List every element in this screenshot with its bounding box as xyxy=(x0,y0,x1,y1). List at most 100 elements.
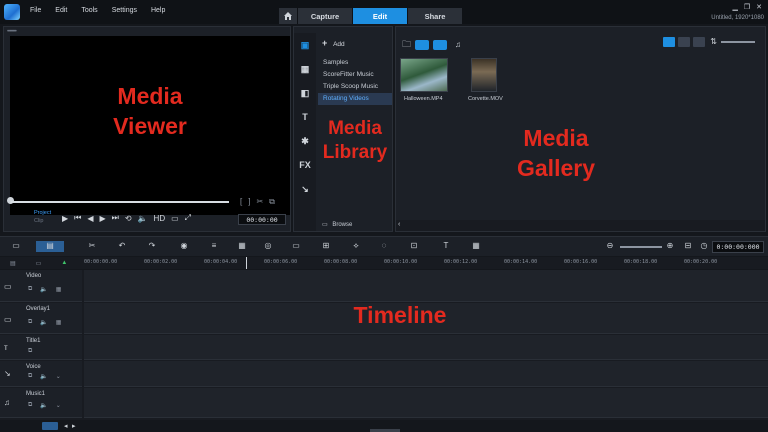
ripple-icon[interactable]: ⧉ xyxy=(28,402,32,409)
tab-share[interactable]: Share xyxy=(408,8,462,24)
aspect-icon[interactable]: ▭ xyxy=(171,214,179,223)
play-icon[interactable]: ▶ xyxy=(62,214,68,223)
close-icon[interactable]: ✕ xyxy=(756,3,762,11)
chevron-down-icon[interactable]: ⌄ xyxy=(56,373,61,380)
media-thumbnail[interactable] xyxy=(471,58,497,92)
library-item-rotating-videos[interactable]: Rotating Videos xyxy=(318,93,392,105)
lock-icon[interactable]: ▦ xyxy=(56,286,62,293)
thumbnail-size-slider[interactable] xyxy=(721,41,755,43)
end-frame-icon[interactable]: ⏭ xyxy=(112,213,119,223)
sound-mixer-icon[interactable]: ≡ xyxy=(208,241,220,252)
zoom-in-icon[interactable]: ⊕ xyxy=(664,241,676,252)
import-folder-icon[interactable]: 🗀 xyxy=(402,37,411,53)
instant-project-icon[interactable]: ▦ xyxy=(294,57,316,81)
graphics-icon[interactable]: ✱ xyxy=(294,129,316,153)
menu-file[interactable]: File xyxy=(30,7,41,14)
tab-edit[interactable]: Edit xyxy=(353,8,407,24)
track-manager-icon[interactable]: ▤ xyxy=(10,260,16,267)
motion-tracking-icon[interactable]: ◎ xyxy=(262,241,274,252)
add-folder-button[interactable]: + Add xyxy=(322,38,345,48)
show-photos-button[interactable] xyxy=(433,40,448,50)
chapter-icon[interactable]: ▭ xyxy=(36,260,42,267)
track-lane-title[interactable] xyxy=(84,335,768,360)
grid-view-button[interactable] xyxy=(693,37,705,47)
fx-icon[interactable]: FX xyxy=(294,153,316,177)
undo-icon[interactable]: ↶ xyxy=(116,241,128,252)
ripple-icon[interactable]: ⧉ xyxy=(28,286,32,293)
mute-icon[interactable]: 🔈 xyxy=(40,402,47,409)
tools-icon[interactable]: ✂ xyxy=(86,241,98,252)
library-item-scorefitter[interactable]: ScoreFitter Music xyxy=(318,69,392,81)
next-frame-icon[interactable]: ▶ xyxy=(100,214,106,223)
list-view-button[interactable] xyxy=(678,37,690,47)
track-lane-video[interactable] xyxy=(84,270,768,302)
timeline-timecode[interactable]: 0:00:00:000 xyxy=(712,241,764,253)
home-button[interactable] xyxy=(279,8,297,24)
tab-capture[interactable]: Capture xyxy=(298,8,352,24)
path-icon[interactable]: ↘ xyxy=(294,177,316,201)
chevron-down-icon[interactable]: ⌄ xyxy=(56,402,61,409)
home-frame-icon[interactable]: ⏮ xyxy=(74,213,81,223)
ripple-icon[interactable]: ⧉ xyxy=(28,319,32,326)
restore-icon[interactable]: ❐ xyxy=(744,3,750,11)
prev-frame-icon[interactable]: ◀ xyxy=(87,214,93,223)
timeline-view-icon[interactable]: ▤ xyxy=(36,241,64,252)
scroll-right-icon[interactable]: ▸ xyxy=(72,422,76,430)
thumbnail-view-button[interactable] xyxy=(663,37,675,47)
lock-icon[interactable]: ▦ xyxy=(56,319,62,326)
ripple-icon[interactable]: ⧉ xyxy=(28,373,32,380)
redo-icon[interactable]: ↷ xyxy=(146,241,158,252)
split-screen-icon[interactable]: ⟡ xyxy=(350,241,362,252)
3d-title-icon[interactable]: ⊡ xyxy=(408,241,420,252)
ripple-icon[interactable]: ⧉ xyxy=(28,348,32,355)
timeline-ruler[interactable]: ▤ ▭ ▲ 00:00:00.00 00:00:02.00 00:00:04.00 0… xyxy=(0,257,768,269)
viewer-timecode[interactable]: 00:00:00 xyxy=(238,214,286,225)
menu-help[interactable]: Help xyxy=(151,7,165,14)
menu-edit[interactable]: Edit xyxy=(55,7,67,14)
hd-toggle[interactable]: HD xyxy=(154,214,166,223)
panel-grip-icon[interactable]: •••••••• xyxy=(7,29,17,35)
subtitle-icon[interactable]: ▭ xyxy=(290,241,302,252)
scrub-bar[interactable] xyxy=(11,201,229,203)
zoom-out-icon[interactable]: ⊖ xyxy=(604,241,616,252)
volume-icon[interactable]: 🔈 xyxy=(138,214,148,223)
scroll-left-icon[interactable]: ◂ xyxy=(64,422,68,430)
mask-icon[interactable]: ◌ xyxy=(378,241,390,252)
fit-project-icon[interactable]: ⊟ xyxy=(682,241,694,252)
storyboard-view-icon[interactable]: ▭ xyxy=(10,241,22,252)
transition-icon[interactable]: ◧ xyxy=(294,81,316,105)
auto-music-icon[interactable]: ▦ xyxy=(236,241,248,252)
zoom-slider[interactable] xyxy=(620,246,662,248)
title-editor-icon[interactable]: T xyxy=(440,241,452,252)
enlarge-icon[interactable]: ⧉ xyxy=(269,197,275,207)
split-icon[interactable]: ✂ xyxy=(256,197,263,207)
mute-icon[interactable]: 🔈 xyxy=(40,373,47,380)
add-marker-icon[interactable]: ▲ xyxy=(61,260,67,266)
playhead[interactable] xyxy=(246,257,247,269)
title-icon[interactable]: T xyxy=(294,105,316,129)
multicam-icon[interactable]: ⊞ xyxy=(320,241,332,252)
track-lane-voice[interactable] xyxy=(84,361,768,387)
browse-button[interactable]: ▭ Browse xyxy=(322,221,352,228)
library-item-samples[interactable]: Samples xyxy=(318,57,392,69)
library-item-triple-scoop[interactable]: Triple Scoop Music xyxy=(318,81,392,93)
track-lane-music[interactable] xyxy=(84,388,768,418)
painting-creator-icon[interactable]: ▦ xyxy=(470,241,482,252)
mark-out-icon[interactable]: ] xyxy=(248,197,250,207)
media-thumbnail[interactable] xyxy=(400,58,448,92)
footer-button[interactable] xyxy=(42,422,58,430)
show-audio-button[interactable]: ♫ xyxy=(451,40,465,50)
mark-in-icon[interactable]: [ xyxy=(240,197,242,207)
minimize-icon[interactable]: ▁ xyxy=(732,3,737,11)
mute-icon[interactable]: 🔈 xyxy=(40,286,47,293)
repeat-icon[interactable]: ⟲ xyxy=(125,214,132,223)
menu-tools[interactable]: Tools xyxy=(81,7,97,14)
project-clip-toggle[interactable]: Project Clip xyxy=(34,209,51,225)
fullscreen-icon[interactable]: ⤢ xyxy=(185,213,191,223)
mute-icon[interactable]: 🔈 xyxy=(40,319,47,326)
sort-icon[interactable]: ⇅ xyxy=(710,37,717,46)
collapse-left-icon[interactable]: ‹ xyxy=(398,221,400,228)
media-category-icon[interactable]: ▣ xyxy=(294,33,316,57)
menu-settings[interactable]: Settings xyxy=(112,7,137,14)
record-icon[interactable]: ◉ xyxy=(178,241,190,252)
